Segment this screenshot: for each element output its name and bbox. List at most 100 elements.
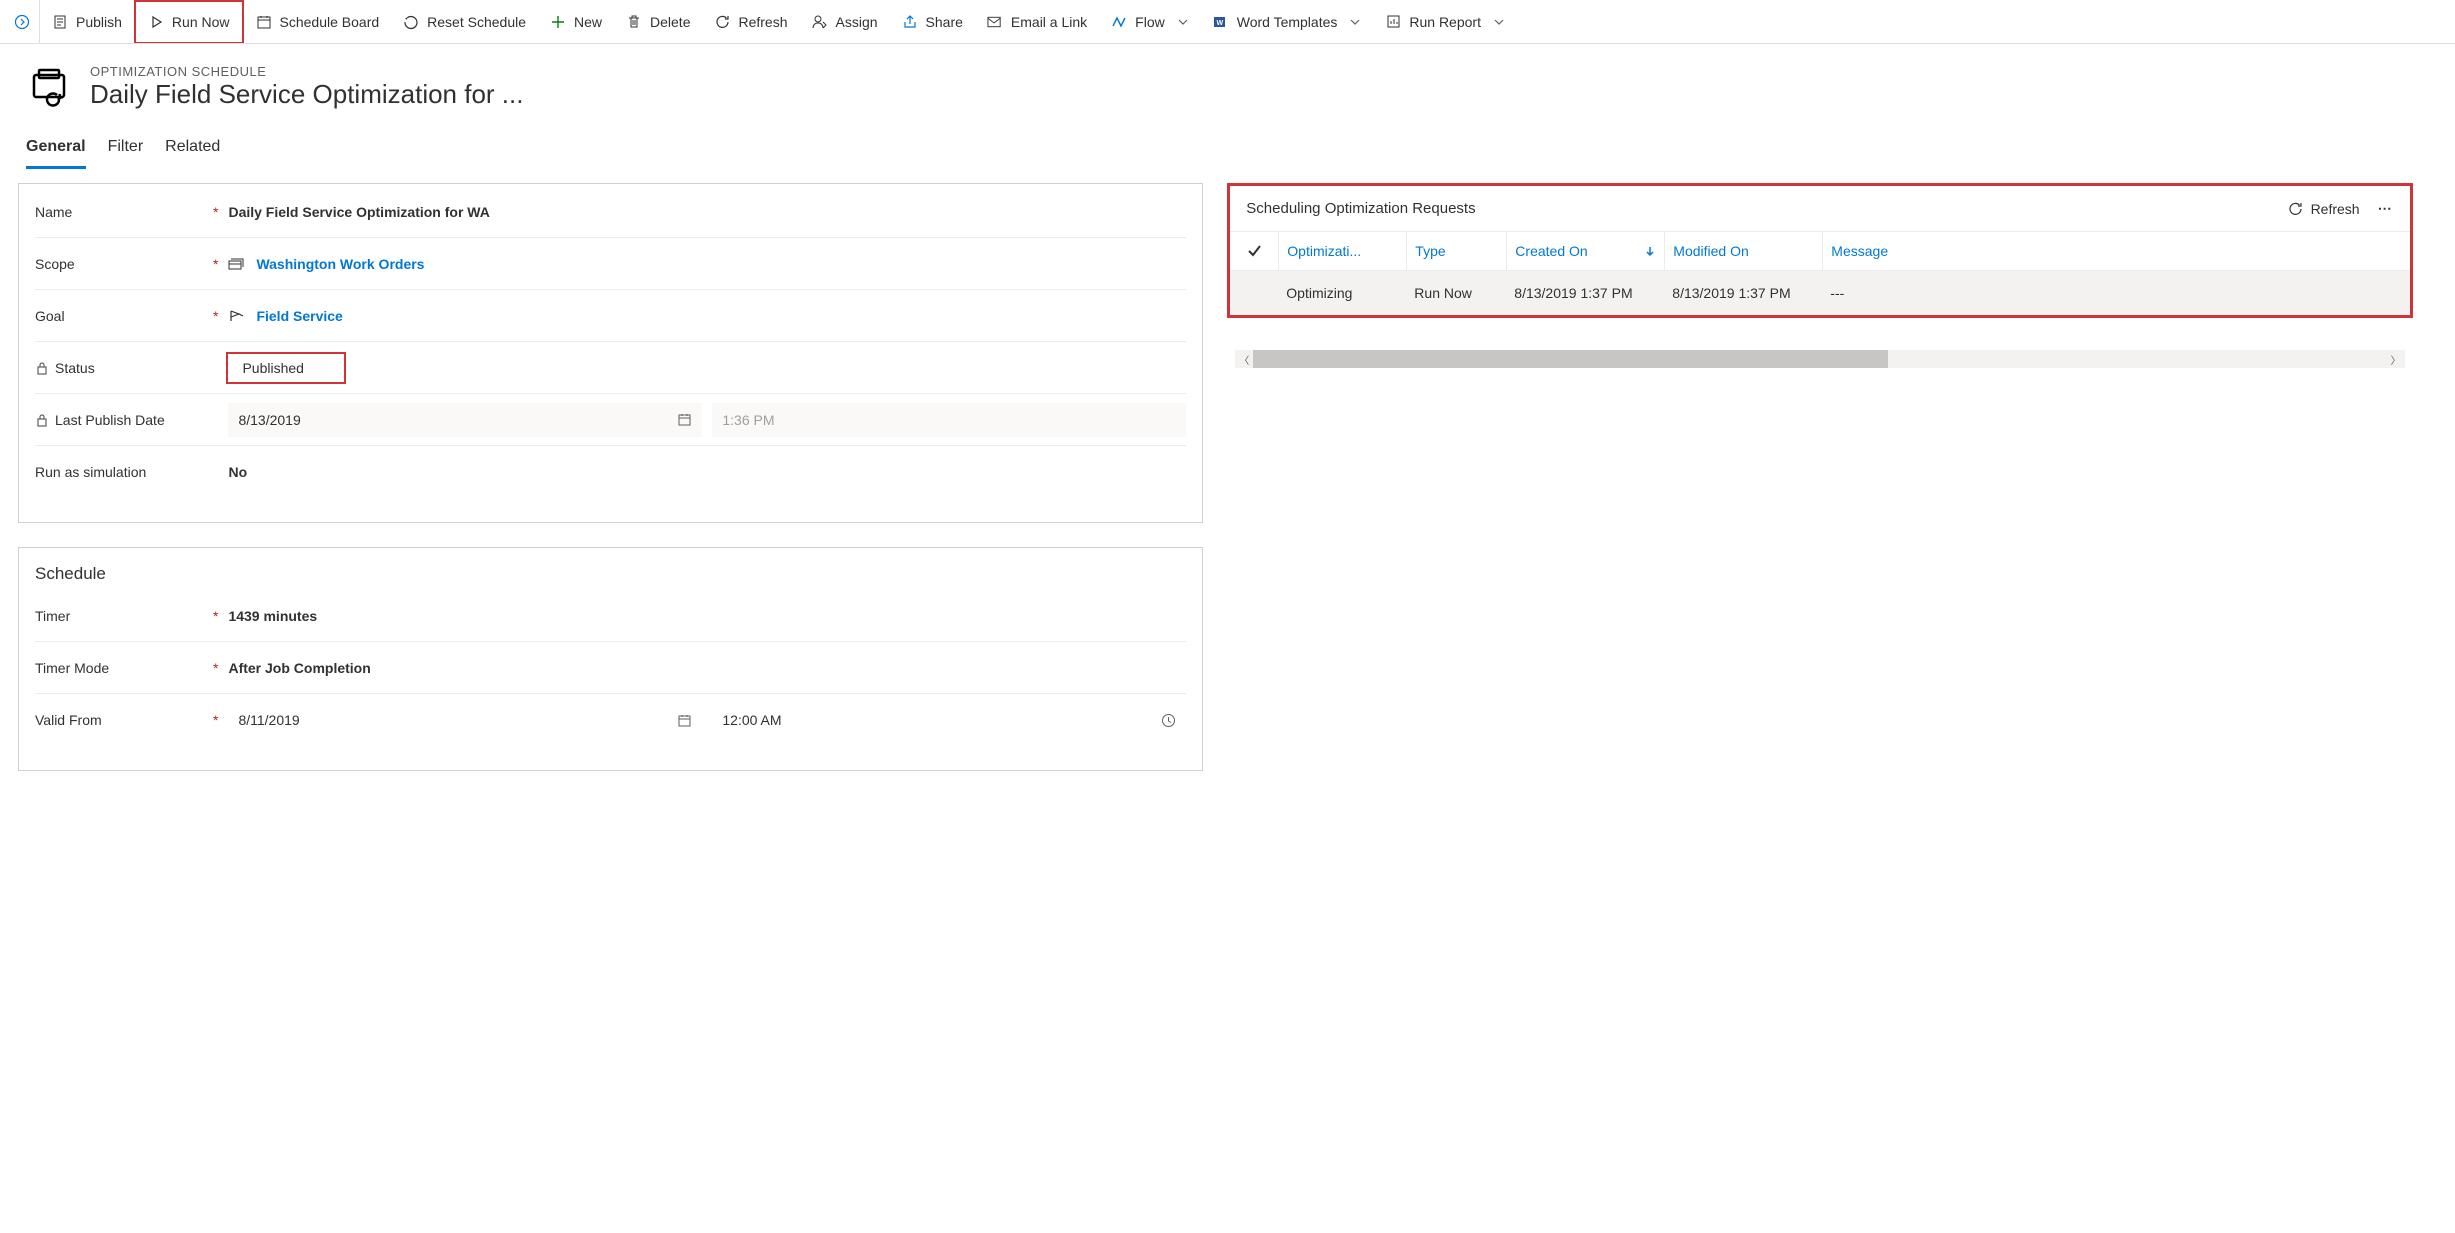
scroll-left-arrow[interactable]: 〈 [1235, 352, 1253, 367]
goal-label: Goal [35, 308, 65, 324]
row-message-value: --- [1822, 285, 2409, 301]
schedule-board-button[interactable]: Schedule Board [244, 0, 392, 44]
tab-general[interactable]: General [26, 138, 86, 169]
column-message[interactable]: Message [1822, 232, 2409, 270]
valid-from-field[interactable]: Valid From * 8/11/2019 12:00 AM [35, 694, 1186, 746]
refresh-label: Refresh [738, 14, 787, 30]
column-created-on[interactable]: Created On [1506, 232, 1664, 270]
timer-mode-value[interactable]: After Job Completion [228, 660, 1186, 676]
share-label: Share [926, 14, 963, 30]
chevron-down-icon [1493, 16, 1505, 28]
sort-descending-icon [1644, 245, 1656, 257]
email-link-button[interactable]: Email a Link [975, 0, 1099, 44]
valid-from-label: Valid From [35, 712, 102, 728]
valid-from-time-input[interactable]: 12:00 AM [712, 703, 1186, 737]
form-tabs: General Filter Related [0, 120, 2455, 169]
name-field[interactable]: Name * Daily Field Service Optimization … [35, 186, 1186, 238]
subgrid-more-button[interactable]: ⋯ [2378, 200, 2394, 217]
share-button[interactable]: Share [890, 0, 975, 44]
lookup-entity-icon [228, 255, 246, 273]
run-now-button[interactable]: Run Now [134, 0, 244, 44]
schedule-section-title: Schedule [19, 550, 1202, 590]
tab-related[interactable]: Related [165, 138, 220, 169]
required-indicator: * [213, 608, 228, 624]
row-modified-value: 8/13/2019 1:37 PM [1664, 285, 1822, 301]
name-value[interactable]: Daily Field Service Optimization for WA [228, 204, 1186, 220]
run-simulation-field[interactable]: Run as simulation * No [35, 446, 1186, 498]
chevron-down-icon [1349, 16, 1361, 28]
svg-text:W: W [1216, 20, 1223, 27]
last-publish-date-input: 8/13/2019 [228, 403, 702, 437]
column-optimization-status[interactable]: Optimizati... [1278, 232, 1406, 270]
subgrid-row[interactable]: Optimizing Run Now 8/13/2019 1:37 PM 8/1… [1230, 271, 2409, 315]
general-section: Name * Daily Field Service Optimization … [18, 183, 1203, 523]
assign-icon [812, 14, 828, 30]
record-header: OPTIMIZATION SCHEDULE Daily Field Servic… [0, 44, 2455, 120]
play-icon [148, 14, 164, 30]
scroll-track[interactable] [1253, 350, 2386, 368]
scroll-right-arrow[interactable]: 〉 [2387, 352, 2405, 367]
assign-button[interactable]: Assign [800, 0, 890, 44]
required-indicator: * [213, 204, 228, 220]
tab-filter[interactable]: Filter [108, 138, 144, 169]
refresh-icon [2288, 201, 2303, 216]
column-modified-on[interactable]: Modified On [1664, 232, 1822, 270]
goal-value-link[interactable]: Field Service [256, 308, 342, 324]
goal-field[interactable]: Goal * Field Service [35, 290, 1186, 342]
requests-subgrid: Scheduling Optimization Requests Refresh… [1227, 183, 2412, 318]
reset-schedule-button[interactable]: Reset Schedule [391, 0, 538, 44]
run-report-label: Run Report [1409, 14, 1481, 30]
scope-label: Scope [35, 256, 75, 272]
run-simulation-value[interactable]: No [228, 464, 1186, 480]
name-label: Name [35, 204, 72, 220]
chevron-down-icon [1177, 16, 1189, 28]
word-templates-button[interactable]: W Word Templates [1201, 0, 1374, 44]
last-publish-time-value: 1:36 PM [722, 412, 774, 428]
entity-icon [26, 64, 72, 110]
column-type[interactable]: Type [1406, 232, 1506, 270]
required-indicator: * [213, 308, 228, 324]
lock-icon [35, 361, 49, 375]
scope-value-link[interactable]: Washington Work Orders [256, 256, 424, 272]
subgrid-refresh-button[interactable]: Refresh [2288, 201, 2360, 217]
last-publish-date-value: 8/13/2019 [238, 412, 300, 428]
reset-schedule-label: Reset Schedule [427, 14, 526, 30]
subgrid-horizontal-scrollbar[interactable]: 〈 〉 [1235, 350, 2404, 368]
plus-icon [550, 14, 566, 30]
new-button[interactable]: New [538, 0, 614, 44]
status-field: Status * Published [35, 342, 1186, 394]
word-icon: W [1213, 14, 1229, 30]
email-icon [987, 14, 1003, 30]
undo-icon [403, 14, 419, 30]
publish-button[interactable]: Publish [40, 0, 134, 44]
timer-field[interactable]: Timer * 1439 minutes [35, 590, 1186, 642]
trash-icon [626, 14, 642, 30]
clock-icon [1161, 713, 1176, 728]
run-simulation-label: Run as simulation [35, 464, 146, 480]
scroll-thumb[interactable] [1253, 350, 1888, 368]
flow-label: Flow [1135, 14, 1165, 30]
run-report-button[interactable]: Run Report [1373, 0, 1517, 44]
refresh-button[interactable]: Refresh [702, 0, 799, 44]
share-icon [902, 14, 918, 30]
scope-field[interactable]: Scope * Washington Work Orders [35, 238, 1186, 290]
schedule-section: Schedule Timer * 1439 minutes Timer Mode… [18, 547, 1203, 771]
required-indicator: * [213, 256, 228, 272]
command-bar: Publish Run Now Schedule Board Reset Sch… [0, 0, 2455, 44]
delete-button[interactable]: Delete [614, 0, 702, 44]
valid-from-date-input[interactable]: 8/11/2019 [228, 703, 702, 737]
select-all-checkbox[interactable] [1230, 243, 1278, 259]
timer-value[interactable]: 1439 minutes [228, 608, 1186, 624]
expand-commands-button[interactable] [4, 0, 40, 44]
record-title: Daily Field Service Optimization for ... [90, 79, 523, 110]
flow-icon [1111, 14, 1127, 30]
word-templates-label: Word Templates [1237, 14, 1338, 30]
last-publish-time-input: 1:36 PM [712, 403, 1186, 437]
chevron-right-circle-icon [14, 14, 30, 30]
timer-mode-field[interactable]: Timer Mode * After Job Completion [35, 642, 1186, 694]
publish-icon [52, 14, 68, 30]
valid-from-date-value: 8/11/2019 [238, 712, 299, 728]
flow-button[interactable]: Flow [1099, 0, 1201, 44]
email-link-label: Email a Link [1011, 14, 1087, 30]
valid-from-time-value: 12:00 AM [722, 712, 781, 728]
